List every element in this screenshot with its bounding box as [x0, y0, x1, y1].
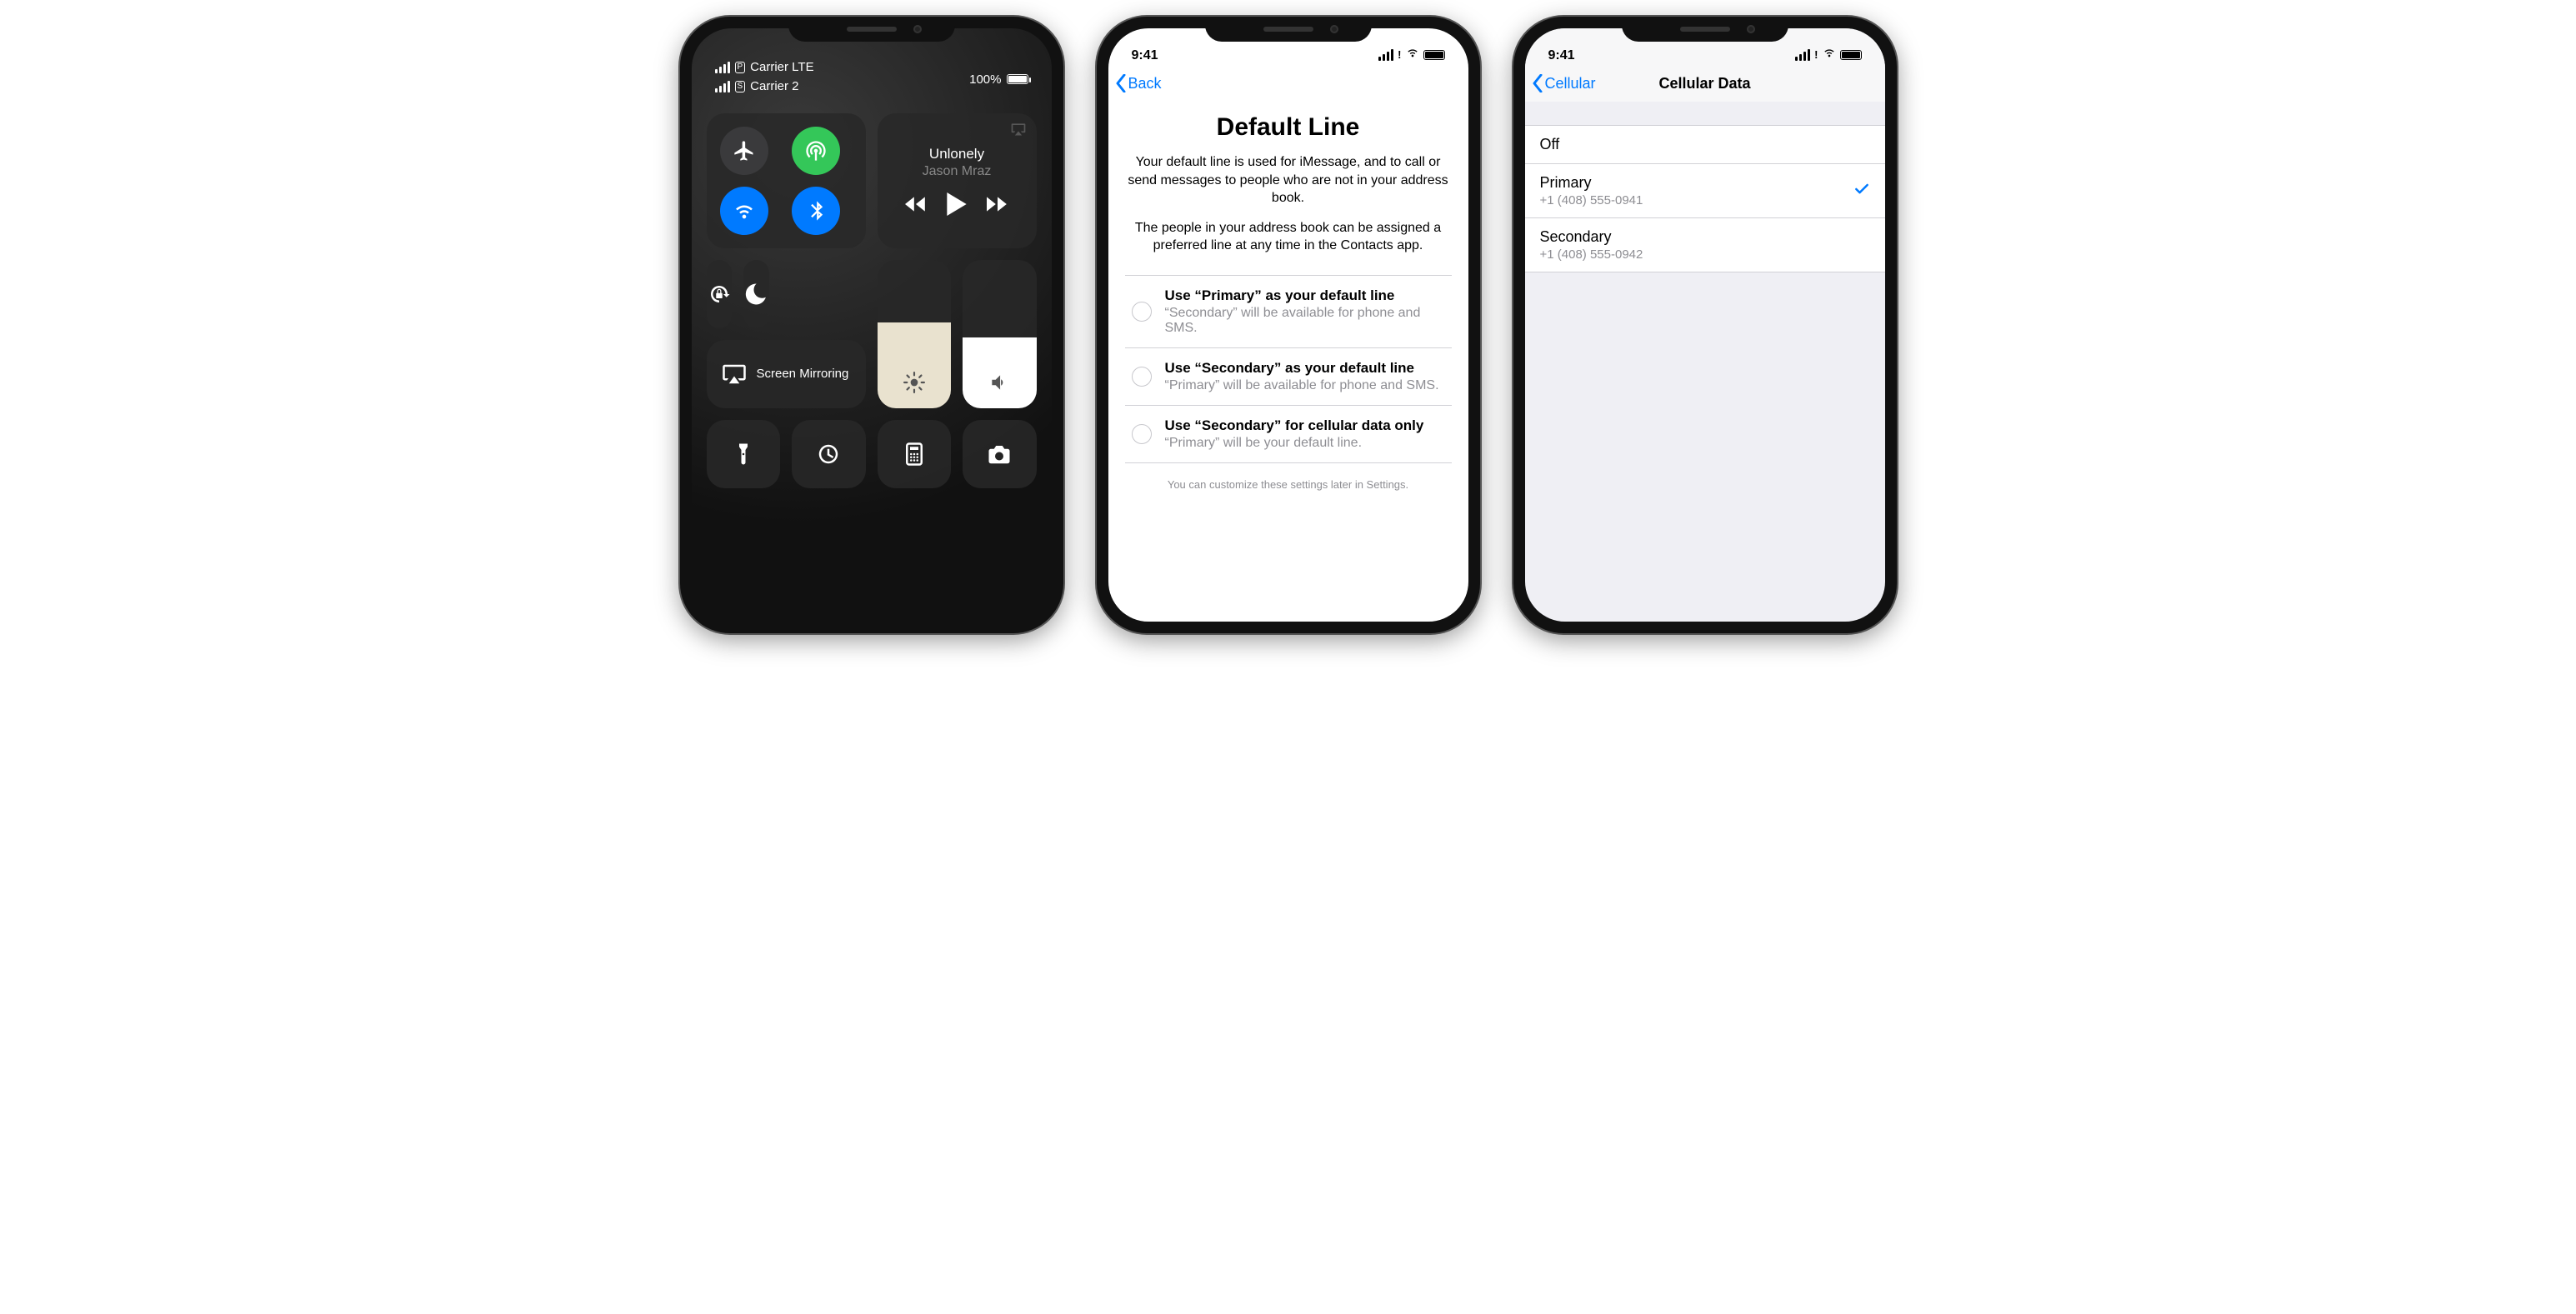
- chevron-left-icon: [1115, 74, 1127, 92]
- cellular-data-toggle[interactable]: [792, 127, 840, 175]
- phone-control-center: P Carrier LTE S Carrier 2 100%: [680, 17, 1063, 633]
- screen-mirroring-label: Screen Mirroring: [757, 367, 849, 381]
- screen-mirroring-icon: [722, 362, 747, 387]
- camera-icon: [987, 442, 1012, 467]
- radio-icon: [1132, 424, 1152, 444]
- wifi-icon: [1406, 46, 1419, 63]
- timer-button[interactable]: [792, 420, 866, 488]
- bluetooth-icon: [804, 199, 828, 222]
- wifi-icon: [733, 199, 756, 222]
- battery-percent: 100%: [969, 72, 1001, 87]
- airplay-icon: [1010, 122, 1027, 137]
- carrier-2-status: S Carrier 2: [715, 79, 814, 93]
- radio-icon: [1132, 302, 1152, 322]
- row-title: Secondary: [1540, 228, 1643, 246]
- row-off[interactable]: Off: [1525, 126, 1885, 164]
- row-primary[interactable]: Primary +1 (408) 555-0941: [1525, 164, 1885, 218]
- timer-icon: [816, 442, 841, 467]
- option-subtitle: “Secondary” will be available for phone …: [1165, 306, 1448, 336]
- orientation-lock-toggle[interactable]: [707, 260, 733, 328]
- row-secondary[interactable]: Secondary +1 (408) 555-0942: [1525, 218, 1885, 272]
- media-panel[interactable]: Unlonely Jason Mraz: [878, 113, 1037, 248]
- back-button[interactable]: Back: [1115, 74, 1162, 92]
- screen-mirroring-button[interactable]: Screen Mirroring: [707, 340, 866, 408]
- orientation-lock-icon: [707, 282, 732, 307]
- option-primary-default[interactable]: Use “Primary” as your default line “Seco…: [1125, 276, 1452, 348]
- brightness-icon: [903, 372, 925, 393]
- volume-icon: [988, 372, 1010, 393]
- status-time: 9:41: [1548, 48, 1575, 63]
- forward-icon[interactable]: [987, 196, 1008, 212]
- wifi-toggle[interactable]: [720, 187, 768, 235]
- row-title: Primary: [1540, 174, 1643, 192]
- back-button[interactable]: Cellular: [1532, 74, 1596, 92]
- page-description-2: The people in your address book can be a…: [1125, 219, 1452, 255]
- option-title: Use “Secondary” for cellular data only: [1165, 417, 1424, 434]
- connectivity-panel[interactable]: [707, 113, 866, 248]
- options-list: Use “Primary” as your default line “Seco…: [1125, 275, 1452, 463]
- phone-cellular-data: 9:41 ! Cellular Cellular Data: [1513, 17, 1897, 633]
- rewind-icon[interactable]: [905, 196, 927, 212]
- airplane-icon: [733, 139, 756, 162]
- sim-s-icon: S: [735, 81, 746, 92]
- cellular-data-list: Off Primary +1 (408) 555-0941 Secondary …: [1525, 125, 1885, 272]
- battery-icon: [1007, 74, 1028, 84]
- carrier-1-label: Carrier LTE: [750, 60, 813, 74]
- signal-bars-icon: [1795, 49, 1810, 61]
- radio-icon: [1132, 367, 1152, 387]
- checkmark-icon: [1853, 181, 1870, 202]
- status-bar: P Carrier LTE S Carrier 2 100%: [707, 45, 1037, 93]
- row-title: Off: [1540, 136, 1560, 153]
- carrier-2-label: Carrier 2: [750, 79, 798, 93]
- status-time: 9:41: [1132, 48, 1158, 63]
- calculator-icon: [902, 442, 927, 467]
- notch: [788, 17, 955, 42]
- calculator-button[interactable]: [878, 420, 952, 488]
- footnote: You can customize these settings later i…: [1125, 478, 1452, 491]
- row-subtitle: +1 (408) 555-0942: [1540, 247, 1643, 262]
- signal-bars-icon: [1378, 49, 1393, 61]
- back-label: Cellular: [1545, 75, 1596, 92]
- page-description-1: Your default line is used for iMessage, …: [1125, 153, 1452, 207]
- battery-icon: [1840, 50, 1862, 60]
- do-not-disturb-toggle[interactable]: [743, 260, 769, 328]
- option-title: Use “Secondary” as your default line: [1165, 360, 1439, 377]
- signal-bars-icon: [715, 62, 730, 73]
- option-secondary-default[interactable]: Use “Secondary” as your default line “Pr…: [1125, 348, 1452, 406]
- nav-bar: Back: [1108, 65, 1468, 102]
- chevron-left-icon: [1532, 74, 1543, 92]
- bluetooth-toggle[interactable]: [792, 187, 840, 235]
- phone-default-line: 9:41 ! Back Default Line Your default li…: [1097, 17, 1480, 633]
- brightness-slider[interactable]: [878, 260, 952, 408]
- carrier-1-status: P Carrier LTE: [715, 60, 814, 74]
- media-artist: Jason Mraz: [923, 164, 992, 179]
- play-icon[interactable]: [947, 192, 967, 216]
- flashlight-button[interactable]: [707, 420, 781, 488]
- notch: [1205, 17, 1372, 42]
- option-subtitle: “Primary” will be your default line.: [1165, 436, 1424, 451]
- option-title: Use “Primary” as your default line: [1165, 287, 1448, 304]
- volume-slider[interactable]: [963, 260, 1037, 408]
- wifi-icon: [1823, 46, 1836, 63]
- back-label: Back: [1128, 75, 1162, 92]
- signal-bars-icon: [715, 81, 730, 92]
- notch: [1622, 17, 1788, 42]
- option-subtitle: “Primary” will be available for phone an…: [1165, 378, 1439, 393]
- nav-bar: Cellular Cellular Data: [1525, 65, 1885, 102]
- airplane-mode-toggle[interactable]: [720, 127, 768, 175]
- media-track-title: Unlonely: [929, 146, 984, 162]
- battery-icon: [1423, 50, 1445, 60]
- camera-button[interactable]: [963, 420, 1037, 488]
- page-title: Default Line: [1125, 113, 1452, 142]
- row-subtitle: +1 (408) 555-0941: [1540, 193, 1643, 207]
- flashlight-icon: [731, 442, 756, 467]
- cellular-antenna-icon: [804, 139, 828, 162]
- sim-p-icon: P: [735, 62, 746, 73]
- moon-icon: [743, 282, 768, 307]
- option-secondary-data-only[interactable]: Use “Secondary” for cellular data only “…: [1125, 406, 1452, 463]
